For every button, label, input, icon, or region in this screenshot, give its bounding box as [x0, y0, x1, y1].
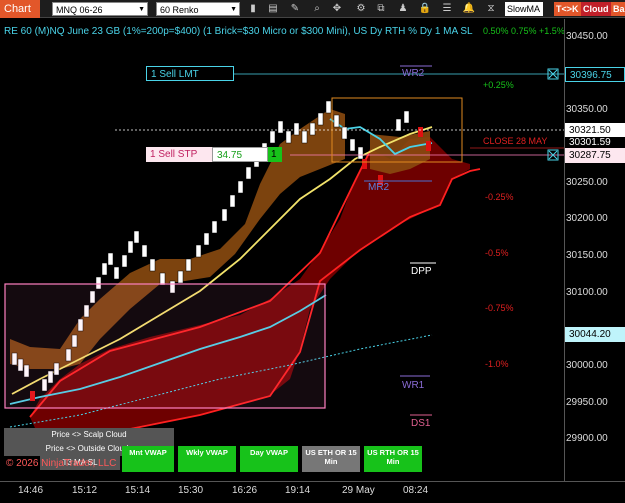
price-tick: 30000.00: [566, 360, 608, 371]
instrument-value: MNQ 06-26: [56, 5, 103, 15]
chart-plot-area[interactable]: [0, 19, 564, 481]
pencil-icon[interactable]: ✎: [288, 2, 302, 16]
copyright: © 2026 NinjaTrader, LLC: [6, 458, 117, 469]
price-tick: 30450.00: [566, 31, 608, 42]
close-icon: [547, 68, 559, 161]
sell-stp-order[interactable]: 1 Sell STP: [146, 147, 212, 162]
last-price: 30321.50: [565, 123, 625, 138]
wkly-vwap-button[interactable]: Wkly VWAP: [178, 446, 236, 472]
price-tick: 29900.00: [566, 433, 608, 444]
chart-trader-icon[interactable]: ☰: [440, 2, 454, 16]
m025-label: -0.25%: [485, 192, 514, 202]
bars-back-icon[interactable]: ▮: [246, 2, 260, 16]
period-value: 60 Renko: [160, 5, 199, 15]
price-tick: 30350.00: [566, 104, 608, 115]
drawing-tools-icon[interactable]: ⧖: [484, 2, 498, 16]
day-vwap-button[interactable]: Day VWAP: [240, 446, 298, 472]
alerts-icon[interactable]: 🔔: [462, 2, 476, 16]
properties-icon[interactable]: ⚙: [354, 2, 368, 16]
time-tick: 15:30: [178, 485, 204, 496]
instrument-selector[interactable]: MNQ 06-26 ▼: [52, 2, 148, 16]
p025-label: +0.25%: [483, 80, 514, 90]
bar-badge[interactable]: Ba: [611, 2, 625, 16]
lower-price: 30044.20: [565, 327, 625, 342]
chevron-down-icon: ▼: [138, 6, 145, 13]
time-tick: 29 May: [342, 485, 375, 496]
ds1-label: DS1: [411, 418, 431, 429]
mr2-label: MR2: [368, 182, 390, 193]
time-tick: 15:14: [125, 485, 151, 496]
wr1-label: WR1: [402, 380, 425, 391]
period-selector[interactable]: 60 Renko ▼: [156, 2, 240, 16]
chart-style-icon[interactable]: ▤: [266, 2, 280, 16]
tc-badge[interactable]: T<>K: [554, 2, 581, 16]
strategies-icon[interactable]: ♟: [396, 2, 410, 16]
time-tick: 15:12: [72, 485, 98, 496]
price-tick: 30150.00: [566, 250, 608, 261]
chart-tab[interactable]: Chart: [0, 0, 40, 18]
time-tick: 14:46: [18, 485, 44, 496]
us-eth-or-button[interactable]: US ETH OR 15 Min: [302, 446, 360, 472]
slowma-selector[interactable]: SlowMA: [505, 2, 543, 16]
us-rth-or-button[interactable]: US RTH OR 15 Min: [364, 446, 422, 472]
m05-label: -0.5%: [485, 248, 509, 258]
m075-label: -0.75%: [485, 303, 514, 313]
price-tick: 30100.00: [566, 287, 608, 298]
time-tick: 16:26: [232, 485, 258, 496]
chart-header: RE 60 (M)NQ June 23 GB (1%=200p=$400) (1…: [4, 26, 473, 37]
stp-offset: 34.75: [212, 147, 268, 162]
header-overlay: 0.50% 0.75% +1.5%: [483, 26, 565, 36]
price-tick: 29950.00: [566, 397, 608, 408]
chevron-down-icon: ▼: [230, 6, 237, 13]
sell-lmt-price: 30396.75: [565, 67, 625, 82]
time-tick: 19:14: [285, 485, 311, 496]
time-tick: 08:24: [403, 485, 429, 496]
price-tick: 30250.00: [566, 177, 608, 188]
close-label: CLOSE 28 MAY: [483, 136, 548, 146]
lock-icon[interactable]: 🔒: [418, 2, 432, 16]
chart-canvas: [4, 65, 564, 440]
mnt-vwap-button[interactable]: Mnt VWAP: [122, 446, 174, 472]
m10-label: -1.0%: [485, 359, 509, 369]
cloud-badge[interactable]: Cloud: [581, 2, 611, 16]
templates-icon[interactable]: ⧉: [374, 2, 388, 16]
stp-quantity[interactable]: 1: [268, 147, 282, 162]
cursor-icon[interactable]: ✥: [330, 2, 344, 16]
zoom-icon[interactable]: ⌕: [310, 2, 324, 16]
opening-range-box: [4, 283, 326, 409]
dpp-label: DPP: [411, 266, 432, 277]
scalp-cloud-button[interactable]: Price <> Scalp Cloud: [4, 428, 174, 442]
price-tick: 30200.00: [566, 213, 608, 224]
sell-stp-price: 30287.75: [565, 148, 625, 163]
sell-lmt-order[interactable]: 1 Sell LMT: [146, 66, 234, 81]
wr2-label: WR2: [402, 68, 425, 79]
